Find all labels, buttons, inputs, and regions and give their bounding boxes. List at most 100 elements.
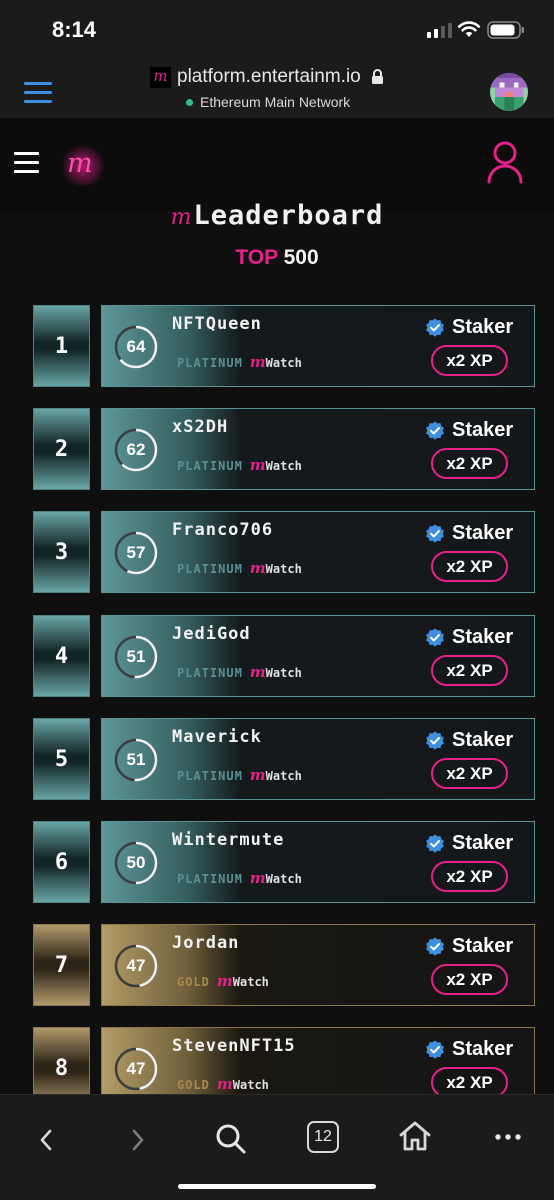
verified-check-icon	[426, 524, 444, 543]
subtitle-count: 500	[283, 246, 319, 269]
browser-menu-icon[interactable]	[24, 82, 52, 109]
back-icon[interactable]	[36, 1125, 56, 1155]
search-icon[interactable]	[214, 1122, 248, 1156]
leaderboard-row[interactable]: 3 57 Franco706 PLATINUM mWatch Staker x2 XP	[33, 511, 535, 593]
tier-label: PLATINUM	[177, 356, 243, 370]
staker-badge: Staker	[425, 832, 513, 855]
score-value: 51	[126, 647, 146, 666]
player-name[interactable]: Franco706	[172, 520, 273, 540]
tier-line: PLATINUM mWatch	[177, 456, 302, 474]
pixel-avatar-icon	[490, 73, 528, 111]
staker-label: Staker	[452, 522, 514, 544]
user-profile-icon[interactable]	[486, 140, 524, 184]
tier-line: GOLD mWatch	[177, 972, 269, 990]
leaderboard-row[interactable]: 6 50 Wintermute PLATINUM mWatch Staker x2 XP	[33, 821, 535, 903]
staker-badge: Staker	[425, 1038, 513, 1061]
player-name[interactable]: Wintermute	[172, 830, 284, 850]
player-card[interactable]: 62 xS2DH PLATINUM mWatch Staker x2 XP	[101, 408, 535, 490]
verified-check-icon	[426, 1040, 444, 1059]
tier-label: PLATINUM	[177, 562, 243, 576]
player-name[interactable]: xS2DH	[172, 417, 228, 437]
verified-check-icon	[426, 834, 444, 853]
network-name: Ethereum Main Network	[200, 94, 351, 110]
score-value: 62	[126, 440, 146, 459]
subtitle-top: TOP	[235, 246, 278, 269]
watch-logo-mark: m	[249, 766, 266, 784]
title-text: Leaderboard	[193, 200, 384, 231]
player-name[interactable]: StevenNFT15	[172, 1036, 296, 1056]
tabs-button[interactable]: 12	[307, 1121, 339, 1153]
player-name[interactable]: NFTQueen	[172, 314, 262, 334]
leaderboard-row[interactable]: 7 47 Jordan GOLD mWatch Staker x2 XP	[33, 924, 535, 1006]
verified-check-icon	[426, 731, 444, 750]
rank-number: 1	[54, 333, 69, 359]
leaderboard-row[interactable]: 5 51 Maverick PLATINUM mWatch Staker x2 XP	[33, 718, 535, 800]
forward-icon[interactable]	[128, 1125, 148, 1155]
rank-box: 5	[33, 718, 90, 800]
page-subtitle: TOP 500	[0, 246, 554, 270]
wifi-icon	[457, 21, 481, 37]
player-name[interactable]: JediGod	[172, 624, 251, 644]
score-value: 57	[126, 543, 146, 562]
xp-multiplier-badge: x2 XP	[431, 758, 508, 789]
player-card[interactable]: 57 Franco706 PLATINUM mWatch Staker x2 XP	[101, 511, 535, 593]
score-value: 64	[126, 337, 146, 356]
app-logo[interactable]: m	[67, 148, 93, 179]
rank-number: 4	[54, 643, 69, 669]
tier-line: PLATINUM mWatch	[177, 869, 302, 887]
xp-multiplier-badge: x2 XP	[431, 448, 508, 479]
watch-label: Watch	[265, 459, 302, 473]
app-header: m	[0, 118, 554, 210]
player-card[interactable]: 64 NFTQueen PLATINUM mWatch Staker x2 XP	[101, 305, 535, 387]
watch-label: Watch	[265, 356, 302, 370]
watch-logo-mark: m	[216, 972, 233, 990]
leaderboard-row[interactable]: 1 64 NFTQueen PLATINUM mWatch Staker x2 XP	[33, 305, 535, 387]
tier-label: GOLD	[177, 975, 210, 989]
tier-label: PLATINUM	[177, 769, 243, 783]
staker-label: Staker	[452, 1038, 514, 1060]
player-name[interactable]: Jordan	[172, 933, 239, 953]
app-menu-icon[interactable]	[14, 152, 39, 179]
url-display[interactable]: m platform.entertainm.io	[150, 66, 384, 88]
tier-label: PLATINUM	[177, 872, 243, 886]
player-card[interactable]: 47 Jordan GOLD mWatch Staker x2 XP	[101, 924, 535, 1006]
tier-line: PLATINUM mWatch	[177, 663, 302, 681]
player-name[interactable]: Maverick	[172, 727, 262, 747]
url-text: platform.entertainm.io	[177, 66, 361, 87]
watch-label: Watch	[265, 666, 302, 680]
page-title: m Leaderboard	[0, 200, 554, 231]
watch-label: Watch	[265, 872, 302, 886]
rank-number: 7	[54, 952, 69, 978]
staker-label: Staker	[452, 626, 514, 648]
leaderboard-row[interactable]: 4 51 JediGod PLATINUM mWatch Staker x2 XP	[33, 615, 535, 697]
player-card[interactable]: 51 JediGod PLATINUM mWatch Staker x2 XP	[101, 615, 535, 697]
status-time: 8:14	[52, 17, 97, 42]
staker-label: Staker	[452, 729, 514, 751]
xp-multiplier-badge: x2 XP	[431, 551, 508, 582]
score-value: 47	[126, 1059, 146, 1078]
rank-number: 2	[54, 436, 69, 462]
tier-line: PLATINUM mWatch	[177, 766, 302, 784]
home-icon[interactable]	[398, 1119, 432, 1153]
player-card[interactable]: 50 Wintermute PLATINUM mWatch Staker x2 XP	[101, 821, 535, 903]
browser-address-bar: m platform.entertainm.io Ethereum Main N…	[0, 60, 554, 118]
staker-label: Staker	[452, 832, 514, 854]
xp-multiplier-badge: x2 XP	[431, 655, 508, 686]
home-indicator	[178, 1184, 376, 1189]
staker-badge: Staker	[425, 935, 513, 958]
watch-logo-mark: m	[249, 456, 266, 474]
staker-label: Staker	[452, 316, 514, 338]
network-status-dot	[186, 98, 193, 106]
wallet-avatar[interactable]	[490, 73, 528, 111]
leaderboard-row[interactable]: 2 62 xS2DH PLATINUM mWatch Staker x2 XP	[33, 408, 535, 490]
more-icon[interactable]	[494, 1133, 522, 1141]
tier-label: GOLD	[177, 1078, 210, 1092]
score-value: 51	[126, 750, 146, 769]
staker-badge: Staker	[425, 419, 513, 442]
site-favicon: m	[150, 66, 171, 88]
player-card[interactable]: 51 Maverick PLATINUM mWatch Staker x2 XP	[101, 718, 535, 800]
watch-logo-mark: m	[249, 559, 266, 577]
verified-check-icon	[426, 628, 444, 647]
rank-number: 5	[54, 746, 69, 772]
verified-check-icon	[426, 937, 444, 956]
